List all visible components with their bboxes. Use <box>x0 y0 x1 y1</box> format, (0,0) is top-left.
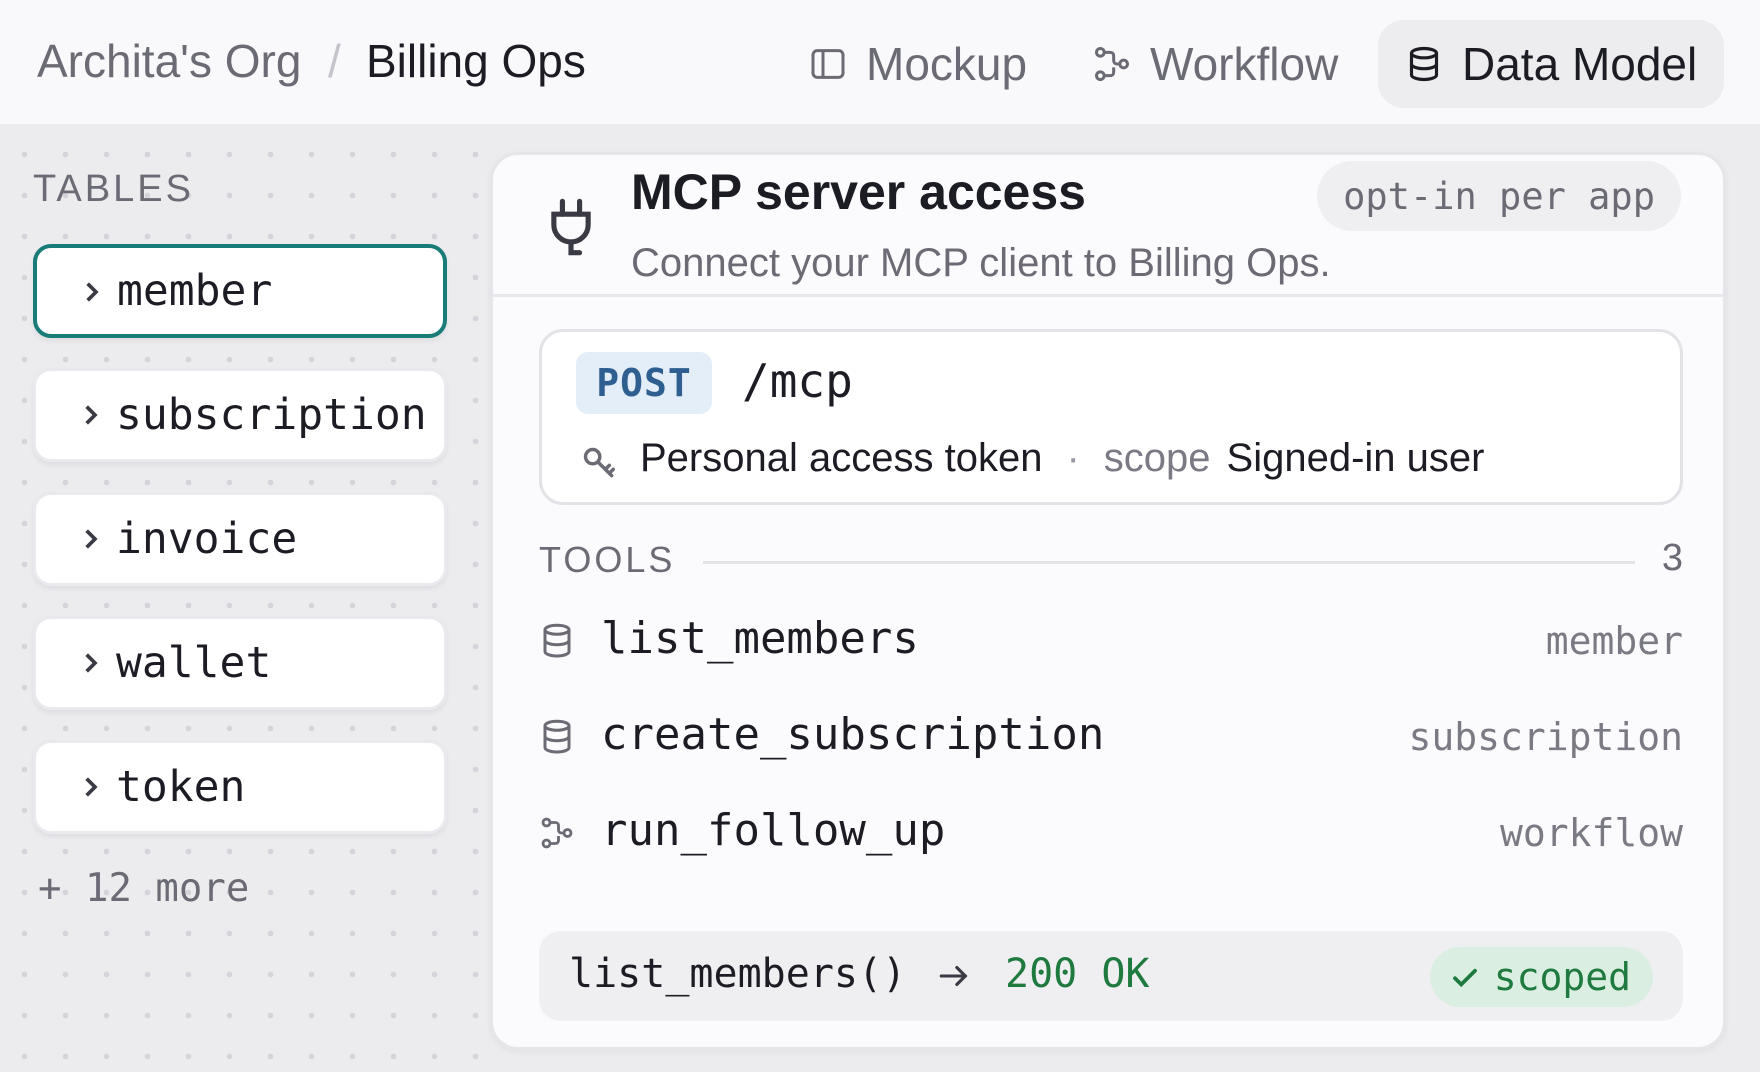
database-icon <box>543 719 571 754</box>
chevron-right-icon <box>85 405 98 425</box>
workflow-icon <box>1095 47 1130 82</box>
panel-icon <box>811 49 845 79</box>
table-item-label: member <box>117 266 273 316</box>
endpoint-box: POST /mcp Personal access token · scope … <box>539 329 1683 505</box>
tool-tag: subscription <box>1408 715 1683 759</box>
chevron-right-icon <box>85 653 98 673</box>
auth-line: Personal access token · scope Signed-in … <box>640 436 1484 481</box>
tools-heading: TOOLS <box>539 539 676 580</box>
workflow-icon <box>541 817 573 849</box>
mcp-access-card: MCP server access Connect your MCP clien… <box>490 152 1726 1050</box>
database-icon <box>543 623 571 658</box>
chevron-right-icon <box>86 282 99 302</box>
card-subtitle: Connect your MCP client to Billing Ops. <box>631 241 1331 285</box>
card-title: MCP server access <box>631 164 1086 220</box>
breadcrumb-separator: / <box>328 35 341 87</box>
table-item-member[interactable]: member <box>33 244 447 338</box>
auth-separator: · <box>1066 436 1080 480</box>
chevron-right-icon <box>85 777 98 797</box>
table-item-label: wallet <box>116 638 272 688</box>
result-status: 200 OK <box>1005 951 1150 997</box>
table-item-token[interactable]: token <box>33 740 447 834</box>
tool-tag: member <box>1545 619 1683 663</box>
tables-sidebar: TABLES member subscription invoice walle… <box>0 124 490 1072</box>
key-icon <box>583 447 615 478</box>
tool-row-run-follow-up[interactable]: run_follow_up workflow <box>539 797 1683 867</box>
tool-call-result: list_members() 200 OK scoped <box>539 931 1683 1021</box>
tool-name: run_follow_up <box>601 805 946 856</box>
database-icon <box>1409 46 1439 82</box>
tools-count: 3 <box>1661 537 1683 579</box>
result-call: list_members() <box>569 951 907 997</box>
scoped-badge: scoped <box>1429 947 1653 1007</box>
tool-row-create-subscription[interactable]: create_subscription subscription <box>539 701 1683 771</box>
opt-in-badge: opt-in per app <box>1317 161 1681 231</box>
tab-mockup-label: Mockup <box>866 38 1028 90</box>
tools-divider <box>703 561 1635 564</box>
auth-method: Personal access token <box>640 436 1043 480</box>
tables-heading: TABLES <box>33 168 194 210</box>
chevron-right-icon <box>85 529 98 549</box>
table-item-invoice[interactable]: invoice <box>33 492 447 586</box>
table-item-label: token <box>116 762 246 812</box>
tool-name: list_members <box>601 613 919 664</box>
table-item-label: invoice <box>116 514 298 564</box>
breadcrumb-org[interactable]: Archita's Org <box>37 34 301 88</box>
tab-data-model-label: Data Model <box>1462 38 1698 90</box>
tool-row-list-members[interactable]: list_members member <box>539 605 1683 675</box>
tab-workflow[interactable]: Workflow <box>1066 20 1364 108</box>
scoped-label: scoped <box>1493 955 1631 999</box>
card-header: MCP server access Connect your MCP clien… <box>493 155 1723 297</box>
scope-label: scope <box>1103 436 1211 480</box>
table-item-subscription[interactable]: subscription <box>33 368 447 462</box>
more-tables-link[interactable]: + 12 more <box>38 866 249 911</box>
tab-data-model[interactable]: Data Model <box>1378 20 1724 108</box>
tool-tag: workflow <box>1499 811 1683 855</box>
table-item-wallet[interactable]: wallet <box>33 616 447 710</box>
tab-workflow-label: Workflow <box>1150 38 1339 90</box>
arrow-right-icon <box>939 965 968 987</box>
scope-value: Signed-in user <box>1226 436 1485 480</box>
tool-name: create_subscription <box>601 709 1105 760</box>
tab-mockup[interactable]: Mockup <box>782 20 1053 108</box>
plug-icon <box>551 198 591 256</box>
endpoint-path: /mcp <box>742 354 853 408</box>
top-bar: Archita's Org / Billing Ops Mockup Workf… <box>0 0 1760 124</box>
tools-header: TOOLS 3 <box>539 535 1683 585</box>
http-method-badge: POST <box>576 352 712 414</box>
check-icon <box>1452 968 1477 988</box>
table-item-label: subscription <box>116 390 427 440</box>
breadcrumb-app[interactable]: Billing Ops <box>366 34 586 88</box>
